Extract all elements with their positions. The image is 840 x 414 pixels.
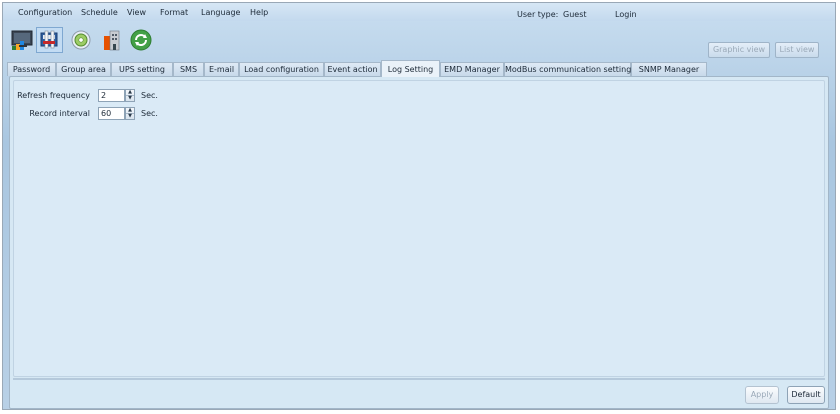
menu-language[interactable]: Language xyxy=(201,8,240,17)
monitor-chart-icon[interactable] xyxy=(11,29,33,51)
apply-button[interactable]: Apply xyxy=(745,386,779,404)
menu-configuration[interactable]: Configuration xyxy=(18,8,72,17)
spin-down-icon[interactable]: ▼ xyxy=(126,114,134,119)
record-interval-unit: Sec. xyxy=(141,109,158,118)
list-view-button[interactable]: List view xyxy=(775,42,819,58)
tab-ups-setting[interactable]: UPS setting xyxy=(111,62,173,76)
refresh-frequency-spinner[interactable]: ▲ ▼ xyxy=(125,89,135,102)
record-interval-input[interactable] xyxy=(98,107,125,120)
tab-modbus-communication-setting[interactable]: ModBus communication setting xyxy=(504,62,631,76)
menu-view[interactable]: View xyxy=(127,8,146,17)
settings-tools-icon[interactable] xyxy=(36,27,63,53)
disc-icon[interactable] xyxy=(70,29,92,51)
tab-snmp-manager[interactable]: SNMP Manager xyxy=(631,62,707,76)
tab-sms[interactable]: SMS xyxy=(173,62,204,76)
default-button[interactable]: Default xyxy=(787,386,825,404)
record-interval-label: Record interval xyxy=(29,109,90,118)
building-icon[interactable] xyxy=(101,29,123,51)
menu-help[interactable]: Help xyxy=(250,8,268,17)
log-setting-content: Refresh frequency ▲ ▼ Sec. Record interv… xyxy=(13,80,825,377)
tab-log-setting[interactable]: Log Setting xyxy=(381,60,440,77)
refresh-frequency-label: Refresh frequency xyxy=(17,91,90,100)
tab-group-area[interactable]: Group area xyxy=(56,62,111,76)
tab-panel: Refresh frequency ▲ ▼ Sec. Record interv… xyxy=(9,76,829,409)
tab-email[interactable]: E-mail xyxy=(204,62,239,76)
refresh-frequency-input[interactable] xyxy=(98,89,125,102)
tab-emd-manager[interactable]: EMD Manager xyxy=(440,62,504,76)
tab-password[interactable]: Password xyxy=(7,62,56,76)
app-window: Configuration Schedule View Format Langu… xyxy=(2,2,836,410)
user-type-label: User type: xyxy=(517,10,559,19)
refresh-frequency-unit: Sec. xyxy=(141,91,158,100)
footer-divider xyxy=(13,378,825,380)
spin-down-icon[interactable]: ▼ xyxy=(126,96,134,101)
menu-bar: Configuration Schedule View Format Langu… xyxy=(3,3,835,21)
login-link[interactable]: Login xyxy=(615,10,637,19)
menu-format[interactable]: Format xyxy=(160,8,188,17)
tab-event-action[interactable]: Event action xyxy=(324,62,381,76)
tab-bar: Password Group area UPS setting SMS E-ma… xyxy=(7,60,833,77)
refresh-icon[interactable] xyxy=(130,29,152,51)
menu-schedule[interactable]: Schedule xyxy=(81,8,118,17)
record-interval-spinner[interactable]: ▲ ▼ xyxy=(125,107,135,120)
graphic-view-button[interactable]: Graphic view xyxy=(708,42,770,58)
user-type-value: Guest xyxy=(563,10,587,19)
tab-load-configuration[interactable]: Load configuration xyxy=(239,62,324,76)
